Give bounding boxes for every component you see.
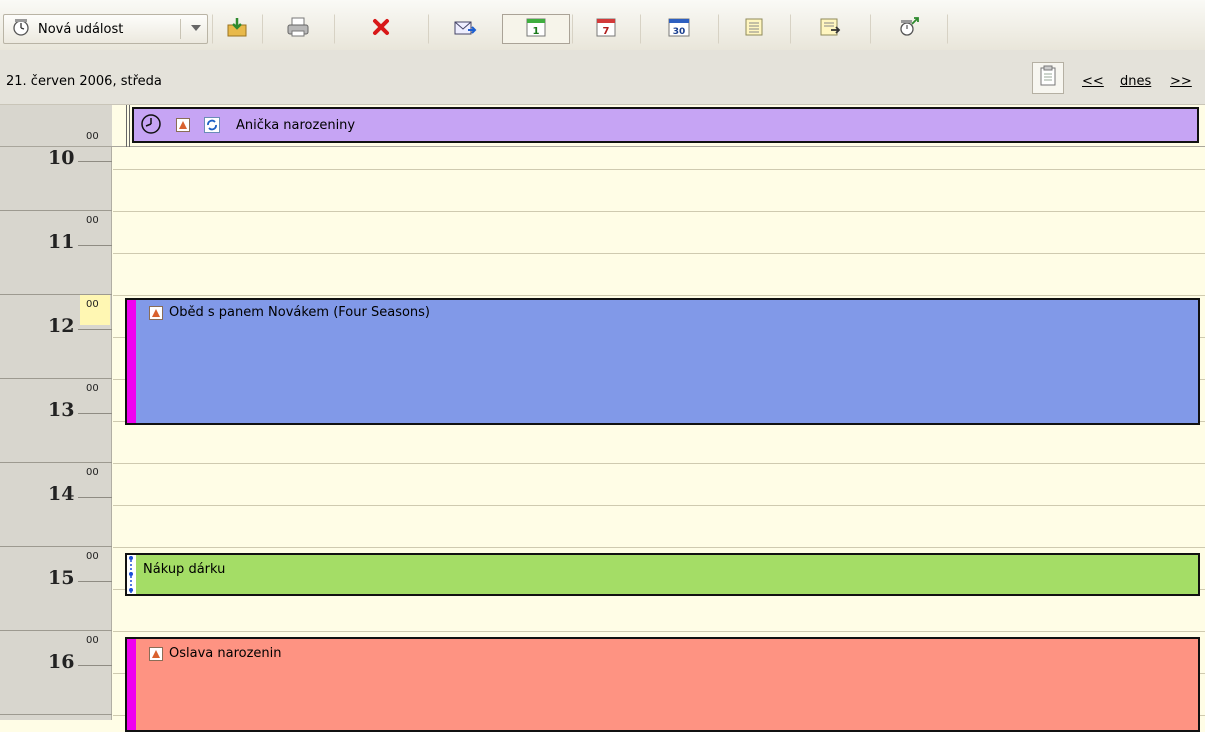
hour-number: 15 [48,567,75,589]
allday-marker [126,105,130,147]
notes-button[interactable] [1032,62,1064,94]
clock-icon [140,113,162,139]
minute-label: 00 [86,131,99,142]
alarm-bell-icon [176,118,190,132]
allday-row[interactable]: Anička narozeniny [112,105,1205,147]
new-event-button[interactable]: Nová událost [3,14,208,44]
minute-label: 00 [86,299,99,310]
day-view-button[interactable]: 1 [502,14,570,44]
grid-line [113,253,1205,254]
task-list-button[interactable] [790,14,870,44]
minute-label: 00 [86,551,99,562]
event-title: Nákup dárku [143,562,226,577]
event-gift[interactable]: Nákup dárku [125,553,1200,596]
grid-line [113,169,1205,170]
minute-label: 00 [86,215,99,226]
svg-text:7: 7 [603,26,610,37]
grid-line [113,631,1205,632]
task-list-icon [819,17,841,41]
svg-text:30: 30 [673,27,686,37]
prev-day-link[interactable]: << [1082,74,1104,89]
hour-number: 12 [48,315,75,337]
toolbar: Nová událost 1 7 30 [0,0,1205,51]
notes-icon [1039,65,1057,91]
event-title: Oslava narozenin [169,646,282,661]
delete-icon [371,17,391,41]
send-button[interactable] [428,14,502,44]
new-event-icon [12,18,32,40]
recurrence-icon [204,117,220,137]
hour-number: 11 [48,231,75,253]
today-link[interactable]: dnes [1120,74,1151,89]
print-button[interactable] [262,14,334,44]
grid-line [113,211,1205,212]
minute-label: 00 [86,635,99,646]
time-column: 00 10 00 11 00 12 00 13 00 14 00 15 00 1… [0,131,112,720]
alarm-bell-icon [149,306,163,320]
event-lunch[interactable]: Oběd s panem Novákem (Four Seasons) [125,298,1200,425]
busy-status-bar [127,300,136,423]
week-view-icon: 7 [596,17,616,41]
svg-text:1: 1 [533,26,540,37]
dropdown-separator [180,19,181,39]
event-title: Anička narozeniny [236,118,356,133]
event-title: Oběd s panem Novákem (Four Seasons) [169,305,431,320]
hour-label-12: 00 12 [0,295,112,379]
hour-label-13: 00 13 [0,379,112,463]
grid-line [113,295,1205,296]
print-icon [286,16,310,42]
month-view-button[interactable]: 30 [640,14,718,44]
grid-line [113,547,1205,548]
busy-status-bar [127,639,136,730]
hour-label-16: 00 16 [0,631,112,715]
minute-label: 00 [86,383,99,394]
next-day-link[interactable]: >> [1170,74,1192,89]
week-view-button[interactable]: 7 [572,14,640,44]
reminder-button[interactable] [870,14,948,44]
hour-number: 13 [48,399,75,421]
reminder-icon [898,17,920,41]
hour-label-14: 00 14 [0,463,112,547]
tentative-status-bar [127,555,136,594]
hour-number: 14 [48,483,75,505]
month-view-icon: 30 [668,17,690,41]
list-view-icon [744,17,764,41]
import-button[interactable] [212,14,262,44]
send-icon [453,17,477,41]
delete-button[interactable] [334,14,428,44]
minute-label: 00 [86,467,99,478]
alarm-bell-icon [149,647,163,661]
hour-label-15: 00 15 [0,547,112,631]
current-date: 21. červen 2006, středa [6,74,162,89]
list-view-button[interactable] [718,14,790,44]
hour-label-10: 00 10 [0,127,112,211]
day-view-icon: 1 [526,17,546,41]
new-event-label: Nová událost [38,21,124,37]
import-icon [226,16,248,42]
day-grid[interactable]: Oběd s panem Novákem (Four Seasons) Náku… [113,147,1205,732]
event-party[interactable]: Oslava narozenin [125,637,1200,732]
hour-label-11: 00 11 [0,211,112,295]
grid-line [113,505,1205,506]
hour-number: 10 [48,147,75,169]
hour-number: 16 [48,651,75,673]
chevron-down-icon[interactable] [191,25,201,31]
date-bar: 21. červen 2006, středa << dnes >> [0,50,1205,105]
event-allday[interactable]: Anička narozeniny [132,107,1199,143]
grid-line [113,463,1205,464]
